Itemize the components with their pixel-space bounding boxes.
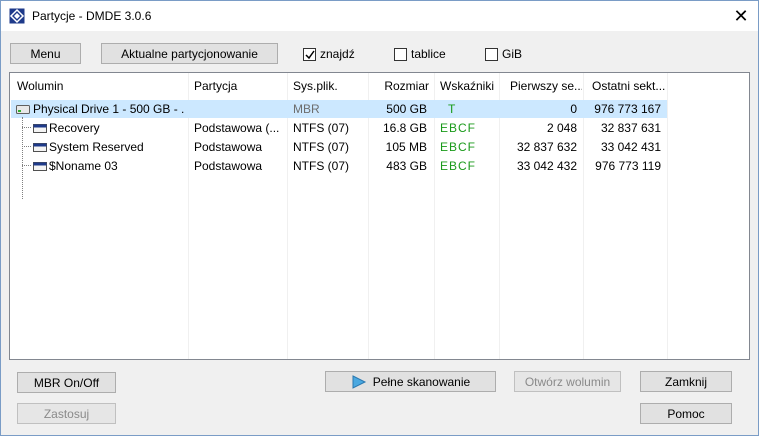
header-partition[interactable]: Partycja xyxy=(194,73,284,99)
title-bar: Partycje - DMDE 3.0.6 ✕ xyxy=(1,1,758,31)
cell-volume: Physical Drive 1 - 500 GB - ... xyxy=(33,102,185,116)
full-scan-button[interactable]: Pełne skanowanie xyxy=(325,371,496,392)
play-icon xyxy=(352,374,366,389)
volume-drive-icon xyxy=(33,143,47,152)
checkbox-box[interactable] xyxy=(303,47,316,61)
cell-partition: Podstawowa xyxy=(194,140,263,154)
find-checkbox-label: znajdź xyxy=(320,47,355,61)
cell-first-sector: 0 xyxy=(570,102,577,116)
checkbox-box[interactable] xyxy=(485,47,498,61)
partitions-window: Partycje - DMDE 3.0.6 ✕ Menu Aktualne pa… xyxy=(0,0,759,436)
cell-filesystem: NTFS (07) xyxy=(293,159,350,173)
column-divider xyxy=(667,73,668,359)
menu-button[interactable]: Menu xyxy=(10,43,81,64)
open-volume-button[interactable]: Otwórz wolumin xyxy=(514,371,621,392)
cell-filesystem: NTFS (07) xyxy=(293,121,350,135)
cell-filesystem: MBR xyxy=(293,102,320,116)
mbr-onoff-button[interactable]: MBR On/Off xyxy=(17,372,116,393)
find-checkbox[interactable]: znajdź xyxy=(303,46,355,62)
volume-drive-icon xyxy=(33,124,47,133)
cell-last-sector: 33 042 431 xyxy=(600,140,661,154)
help-button[interactable]: Pomoc xyxy=(640,403,732,424)
checkbox-box[interactable] xyxy=(394,47,407,61)
cell-partition xyxy=(194,100,284,118)
volume-drive-icon xyxy=(33,162,47,171)
cell-size: 16.8 GB xyxy=(382,121,427,135)
tables-checkbox-label: tablice xyxy=(411,47,446,61)
header-filesystem[interactable]: Sys.plik. xyxy=(293,73,365,99)
window-title: Partycje - DMDE 3.0.6 xyxy=(32,9,152,23)
cell-flags: EBCF xyxy=(440,140,477,154)
cell-size: 483 GB xyxy=(386,159,427,173)
cell-volume: System Reserved xyxy=(49,140,144,154)
tables-checkbox[interactable]: tablice xyxy=(394,46,446,62)
cell-volume: $Noname 03 xyxy=(49,159,118,173)
header-first-sector[interactable]: Pierwszy se... xyxy=(510,73,582,99)
cell-first-sector: 33 042 432 xyxy=(516,159,577,173)
gib-checkbox-label: GiB xyxy=(502,47,523,61)
header-size[interactable]: Rozmiar xyxy=(370,73,429,99)
close-button[interactable]: Zamknij xyxy=(640,371,732,392)
cell-last-sector: 976 773 119 xyxy=(595,159,661,173)
cell-size: 105 MB xyxy=(385,140,427,154)
checkmark-icon xyxy=(305,50,315,59)
cell-partition: Podstawowa xyxy=(194,159,263,173)
current-partitioning-button[interactable]: Aktualne partycjonowanie xyxy=(101,43,278,64)
header-volume[interactable]: Wolumin xyxy=(17,73,185,99)
header-last-sector[interactable]: Ostatni sekt... xyxy=(592,73,666,99)
cell-flags: T xyxy=(448,102,457,116)
gib-checkbox[interactable]: GiB xyxy=(485,46,522,62)
tree-line xyxy=(22,165,31,167)
tree-line xyxy=(22,127,31,129)
cell-flags: EBCF xyxy=(440,159,477,173)
tree-line xyxy=(22,146,31,148)
cell-first-sector: 32 837 632 xyxy=(516,140,577,154)
cell-size: 500 GB xyxy=(386,102,427,116)
cell-first-sector: 2 048 xyxy=(546,121,577,135)
cell-flags: EBCF xyxy=(440,121,477,135)
close-window-icon[interactable]: ✕ xyxy=(728,4,754,28)
cell-partition: Podstawowa (... xyxy=(194,121,280,135)
cell-last-sector: 976 773 167 xyxy=(594,102,661,116)
tree-line xyxy=(22,117,24,199)
cell-last-sector: 32 837 631 xyxy=(600,121,661,135)
cell-volume: Recovery xyxy=(49,121,100,135)
dmde-app-icon xyxy=(9,8,25,24)
full-scan-label: Pełne skanowanie xyxy=(372,374,471,389)
physical-drive-icon xyxy=(16,105,30,114)
partitions-table[interactable]: Wolumin Partycja Sys.plik. Rozmiar Wskaź… xyxy=(9,72,750,360)
cell-filesystem: NTFS (07) xyxy=(293,140,350,154)
apply-button[interactable]: Zastosuj xyxy=(17,403,116,424)
header-flags[interactable]: Wskaźniki xyxy=(440,73,498,99)
